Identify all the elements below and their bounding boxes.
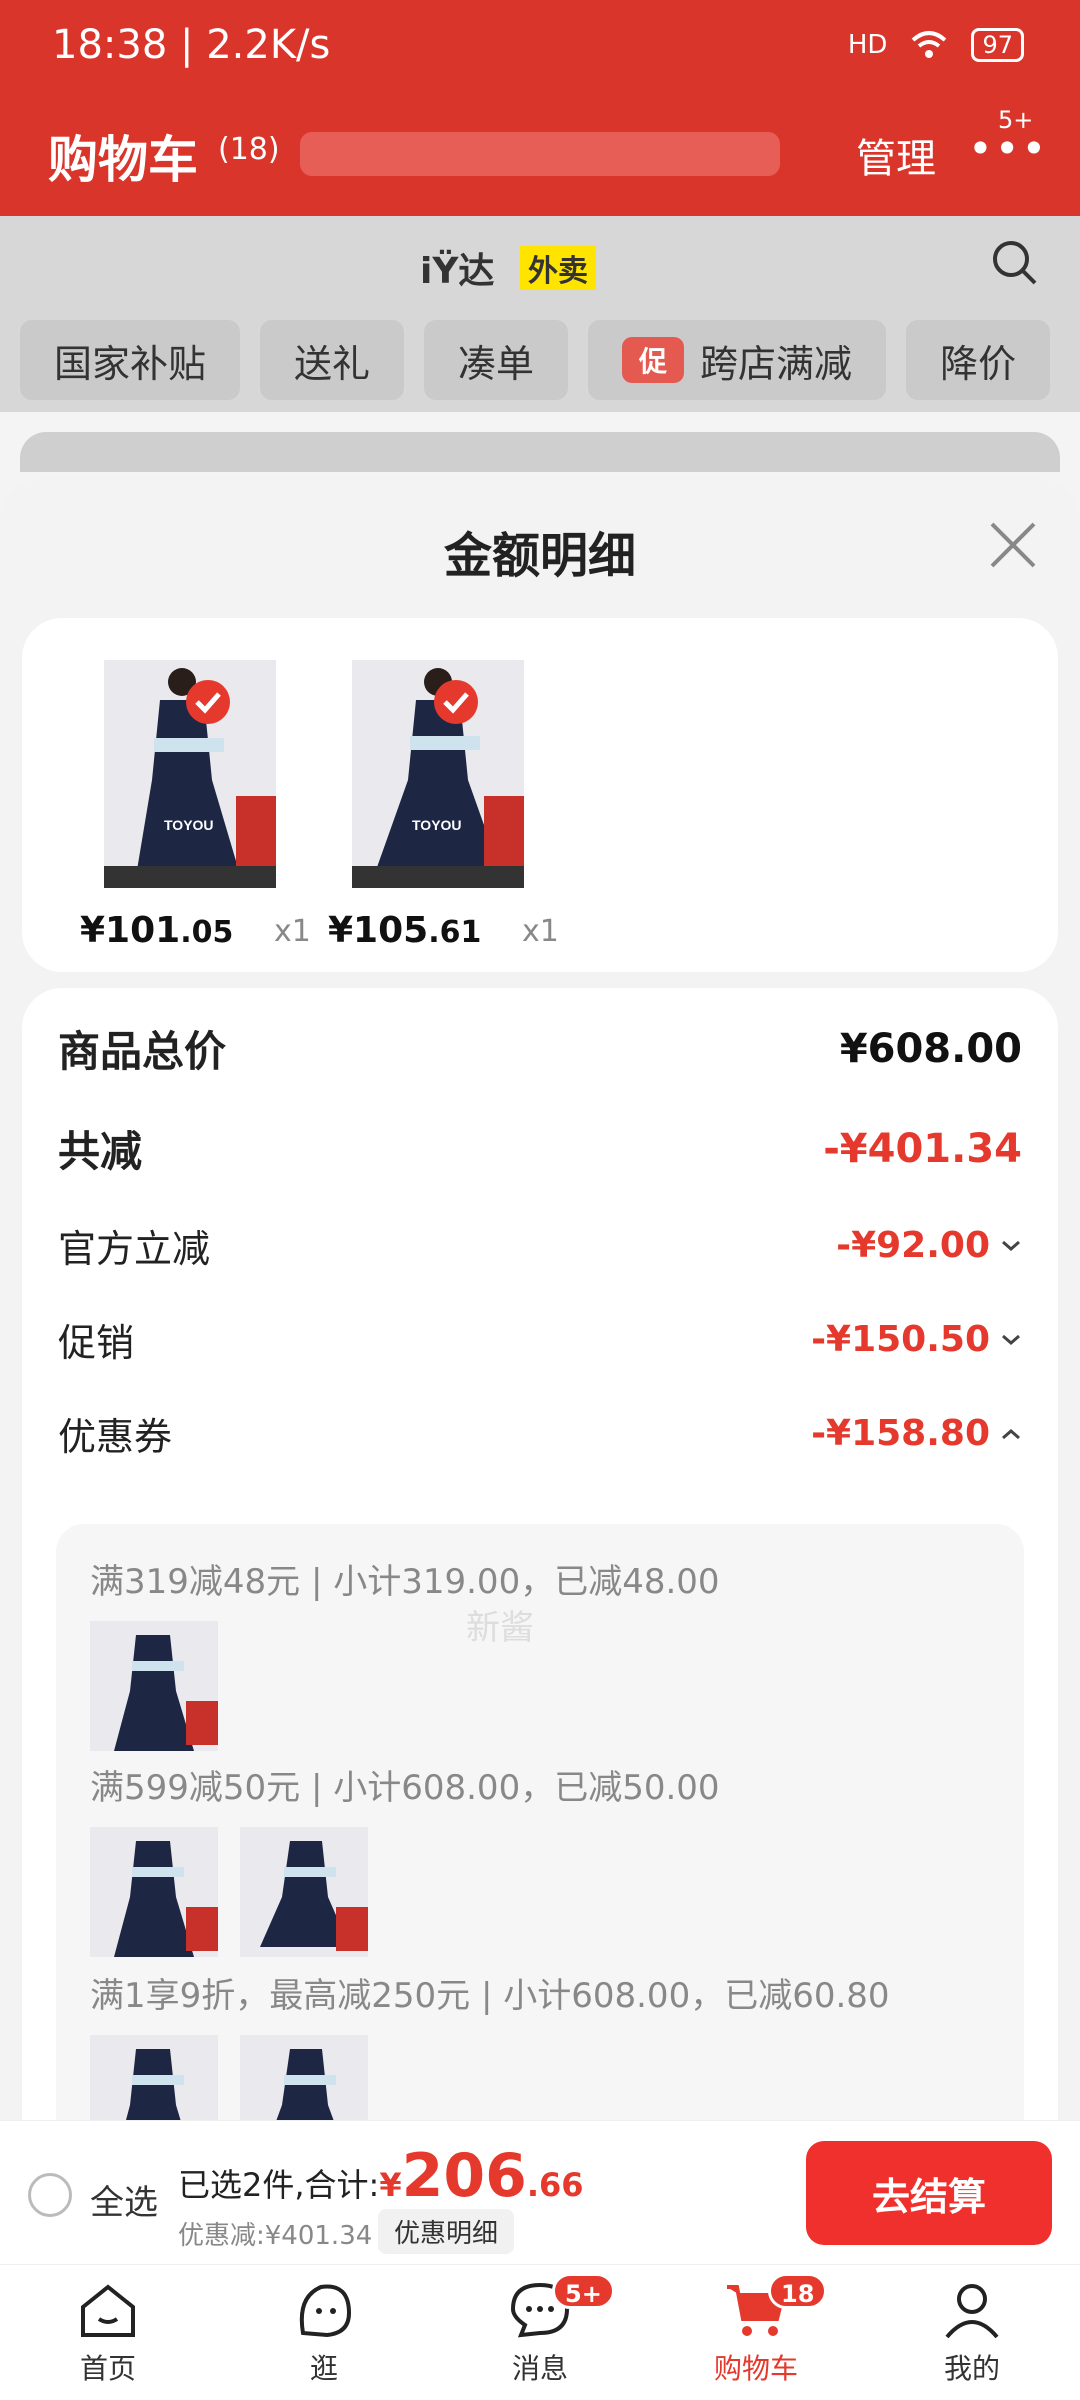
- tab-browse[interactable]: 逛: [244, 2277, 404, 2387]
- tab-cart[interactable]: 购物车 18: [676, 2273, 836, 2387]
- promo-badge: 促: [622, 337, 685, 383]
- search-hint: iŸ达: [420, 251, 495, 292]
- official-discount-row[interactable]: 官方立减 -¥92.00: [58, 1218, 1022, 1273]
- filter-cross-store[interactable]: 促跨店满减: [588, 320, 887, 400]
- item-qty: x1: [274, 914, 311, 949]
- svg-text:TOYOU: TOYOU: [164, 817, 214, 833]
- chevron-down-icon: [1002, 1240, 1020, 1251]
- tab-home[interactable]: 首页: [28, 2277, 188, 2387]
- chevron-up-icon: [1002, 1428, 1020, 1439]
- select-all-radio[interactable]: [28, 2173, 72, 2217]
- cart-header: 购物车 (18) 管理 ••• 5+: [0, 96, 1080, 216]
- item-qty: x1: [522, 914, 559, 949]
- checkout-button[interactable]: 去结算: [806, 2141, 1052, 2245]
- coupon-group: 满599减50元 | 小计608.00，已减50.00: [90, 1760, 720, 1957]
- dimmed-card: [20, 432, 1060, 472]
- home-icon: [81, 2284, 135, 2337]
- checked-icon[interactable]: [184, 678, 232, 726]
- bottom-tab-bar: 首页 逛 消息 5+ 购物车 18 我的: [0, 2264, 1080, 2400]
- filter-bundle[interactable]: 凑单: [424, 320, 569, 400]
- blurred-address: [300, 132, 780, 176]
- more-badge: 5+: [998, 106, 1034, 134]
- coupon-product-image: [90, 1827, 218, 1957]
- svg-text:TOYOU: TOYOU: [412, 817, 462, 833]
- sheet-title: 金额明细: [443, 528, 636, 584]
- item-price: ¥105.61: [328, 910, 482, 951]
- takeout-tag: 外卖: [520, 246, 596, 290]
- cart-count: (18): [218, 132, 280, 167]
- profile-icon: [945, 2284, 999, 2339]
- coupon-row[interactable]: 优惠券 -¥158.80: [58, 1406, 1022, 1461]
- total-amount: 206: [401, 2141, 527, 2211]
- total-summary: 已选2件,合计: ¥ 206 .66: [178, 2141, 584, 2211]
- coupon-product-image: [240, 1827, 368, 1957]
- search-area: iŸ达 外卖: [0, 216, 1080, 320]
- checked-icon[interactable]: [432, 678, 480, 726]
- tab-profile[interactable]: 我的: [892, 2277, 1052, 2387]
- chevron-down-icon: [1002, 1334, 1020, 1345]
- item-card[interactable]: TOYOU ¥101.05 x1: [44, 660, 311, 951]
- search-icon[interactable]: [990, 238, 1040, 288]
- watermark: 新酱: [466, 1608, 534, 1648]
- status-net-speed: 2.2K/s: [206, 22, 331, 68]
- discount-text: 优惠减:¥401.34: [178, 2221, 373, 2251]
- item-price: ¥101.05: [80, 910, 234, 951]
- page-title: 购物车: [48, 131, 198, 189]
- checkout-bar: 全选 已选2件,合计: ¥ 206 .66 优惠减:¥401.34 优惠明细 去…: [0, 2120, 1080, 2264]
- item-card[interactable]: TOYOU ¥105.61 x1: [292, 660, 559, 951]
- total-price-row: 商品总价 ¥608.00: [58, 1025, 1022, 1077]
- wifi-icon: [912, 31, 947, 58]
- filter-national-subsidy[interactable]: 国家补贴: [20, 320, 241, 400]
- filter-gift[interactable]: 送礼: [260, 320, 405, 400]
- filter-price-drop[interactable]: 降价: [906, 320, 1051, 400]
- amount-detail-sheet: 金额明细 TOYOU ¥101.05 x1 TOYOU ¥105.61 x1 商…: [0, 478, 1080, 2264]
- message-badge: 5+: [552, 2273, 615, 2309]
- coupon-product-image: [90, 1621, 218, 1751]
- signal-icon: HD: [847, 30, 888, 60]
- tab-messages[interactable]: 消息 5+: [460, 2273, 620, 2387]
- status-bar: 18:38 | 2.2K/s HD 97: [0, 0, 1080, 96]
- browse-icon: [299, 2284, 352, 2338]
- battery-icon: 97: [971, 28, 1024, 62]
- select-all-label[interactable]: 全选: [90, 2175, 158, 2224]
- selected-items-card: TOYOU ¥101.05 x1 TOYOU ¥105.61 x1: [22, 618, 1058, 972]
- status-time: 18:38: [52, 22, 168, 68]
- filter-chips: 国家补贴 送礼 凑单 促跨店满减 降价: [0, 320, 1080, 412]
- discount-detail-button[interactable]: 优惠明细: [378, 2209, 515, 2254]
- manage-button[interactable]: 管理: [856, 126, 936, 184]
- coupon-group: 满319减48元 | 小计319.00，已减48.00: [90, 1554, 720, 1751]
- promotion-row[interactable]: 促销 -¥150.50: [58, 1312, 1022, 1367]
- price-breakdown-card: 商品总价 ¥608.00 共减 -¥401.34 官方立减 -¥92.00 促销…: [22, 988, 1058, 2264]
- cart-badge: 18: [768, 2273, 828, 2309]
- total-reduce-row: 共减 -¥401.34: [58, 1125, 1022, 1177]
- close-icon[interactable]: [986, 518, 1040, 572]
